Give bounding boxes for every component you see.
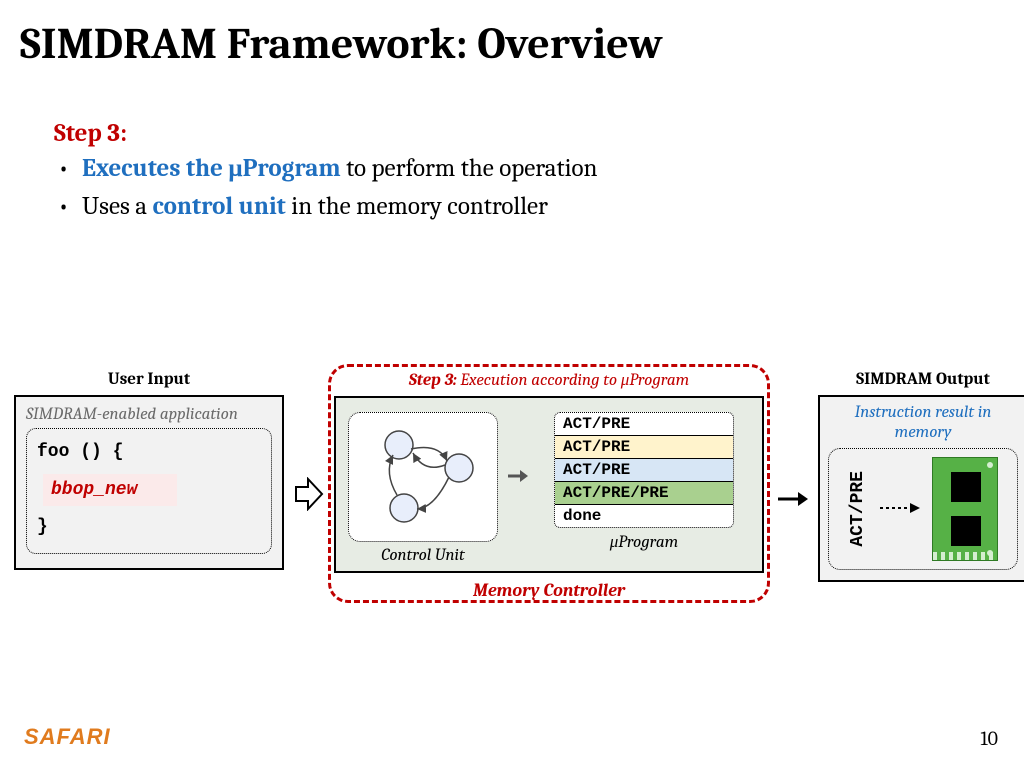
user-input-header: User Input <box>108 370 190 389</box>
page-number: 10 <box>980 727 998 750</box>
body-text: Step 3: Executes the μProgram to perform… <box>0 69 1024 225</box>
uprogram-label: μProgram <box>610 532 678 552</box>
bullet-2-hl: control unit <box>153 192 286 221</box>
output-inner: ACT/PRE <box>828 448 1018 570</box>
uprog-row-0: ACT/PRE <box>555 413 733 436</box>
memory-controller-panel: Step 3: Execution according to μProgram <box>334 370 764 573</box>
step-label: Step 3: <box>54 119 1024 148</box>
code-close: } <box>37 512 261 543</box>
slide-title: SIMDRAM Framework: Overview <box>0 0 1024 69</box>
arrow-black-icon <box>778 486 808 516</box>
user-input-box: SIMDRAM-enabled application foo () { bbo… <box>14 395 284 570</box>
output-box: Instruction result in memory ACT/PRE <box>818 395 1024 582</box>
bullet-1: Executes the μProgram to perform the ope… <box>54 150 1024 188</box>
code-block: foo () { bbop_new } <box>26 428 272 554</box>
memory-controller-label: Memory Controller <box>334 580 764 601</box>
bullet-2: Uses a control unit in the memory contro… <box>54 188 1024 226</box>
user-input-panel: User Input SIMDRAM-enabled application f… <box>14 370 284 570</box>
uprog-row-3: ACT/PRE/PRE <box>555 482 733 505</box>
code-open: foo () { <box>37 437 261 468</box>
code-highlight: bbop_new <box>43 474 177 507</box>
uprogram-box: ACT/PRE ACT/PRE ACT/PRE ACT/PRE/PRE done <box>554 412 734 528</box>
control-unit-label: Control Unit <box>381 546 465 565</box>
mc-caption-rest: Execution according to μProgram <box>457 371 690 390</box>
output-title: Instruction result in memory <box>828 403 1018 442</box>
state-machine-icon <box>349 413 499 543</box>
mc-caption-bold: Step 3: <box>409 371 457 390</box>
uprog-row-2: ACT/PRE <box>555 459 733 482</box>
dotted-arrow-icon <box>878 499 922 520</box>
bullet-2-post: in the memory controller <box>286 192 548 221</box>
mc-caption: Step 3: Execution according to μProgram <box>334 370 764 390</box>
uprog-row-1: ACT/PRE <box>555 436 733 459</box>
actpre-label: ACT/PRE <box>848 471 868 547</box>
app-title: SIMDRAM-enabled application <box>26 405 272 424</box>
diagram-row: User Input SIMDRAM-enabled application f… <box>14 370 1010 582</box>
memory-controller-box: Control Unit ACT/PRE ACT/PRE ACT/PRE ACT… <box>334 396 764 573</box>
arrow-icon <box>294 477 324 515</box>
output-panel: SIMDRAM Output Instruction result in mem… <box>818 370 1024 582</box>
memory-module-icon <box>932 457 998 561</box>
bullet-1-rest: to perform the operation <box>341 154 598 183</box>
bullet-2-pre: Uses a <box>82 192 153 221</box>
control-unit-box <box>348 412 498 542</box>
output-header: SIMDRAM Output <box>856 370 990 389</box>
small-arrow-icon <box>506 464 530 514</box>
bullet-1-lead: Executes the μProgram <box>82 154 341 183</box>
footer-logo: SAFARI <box>24 724 111 750</box>
uprog-row-4: done <box>555 505 733 527</box>
